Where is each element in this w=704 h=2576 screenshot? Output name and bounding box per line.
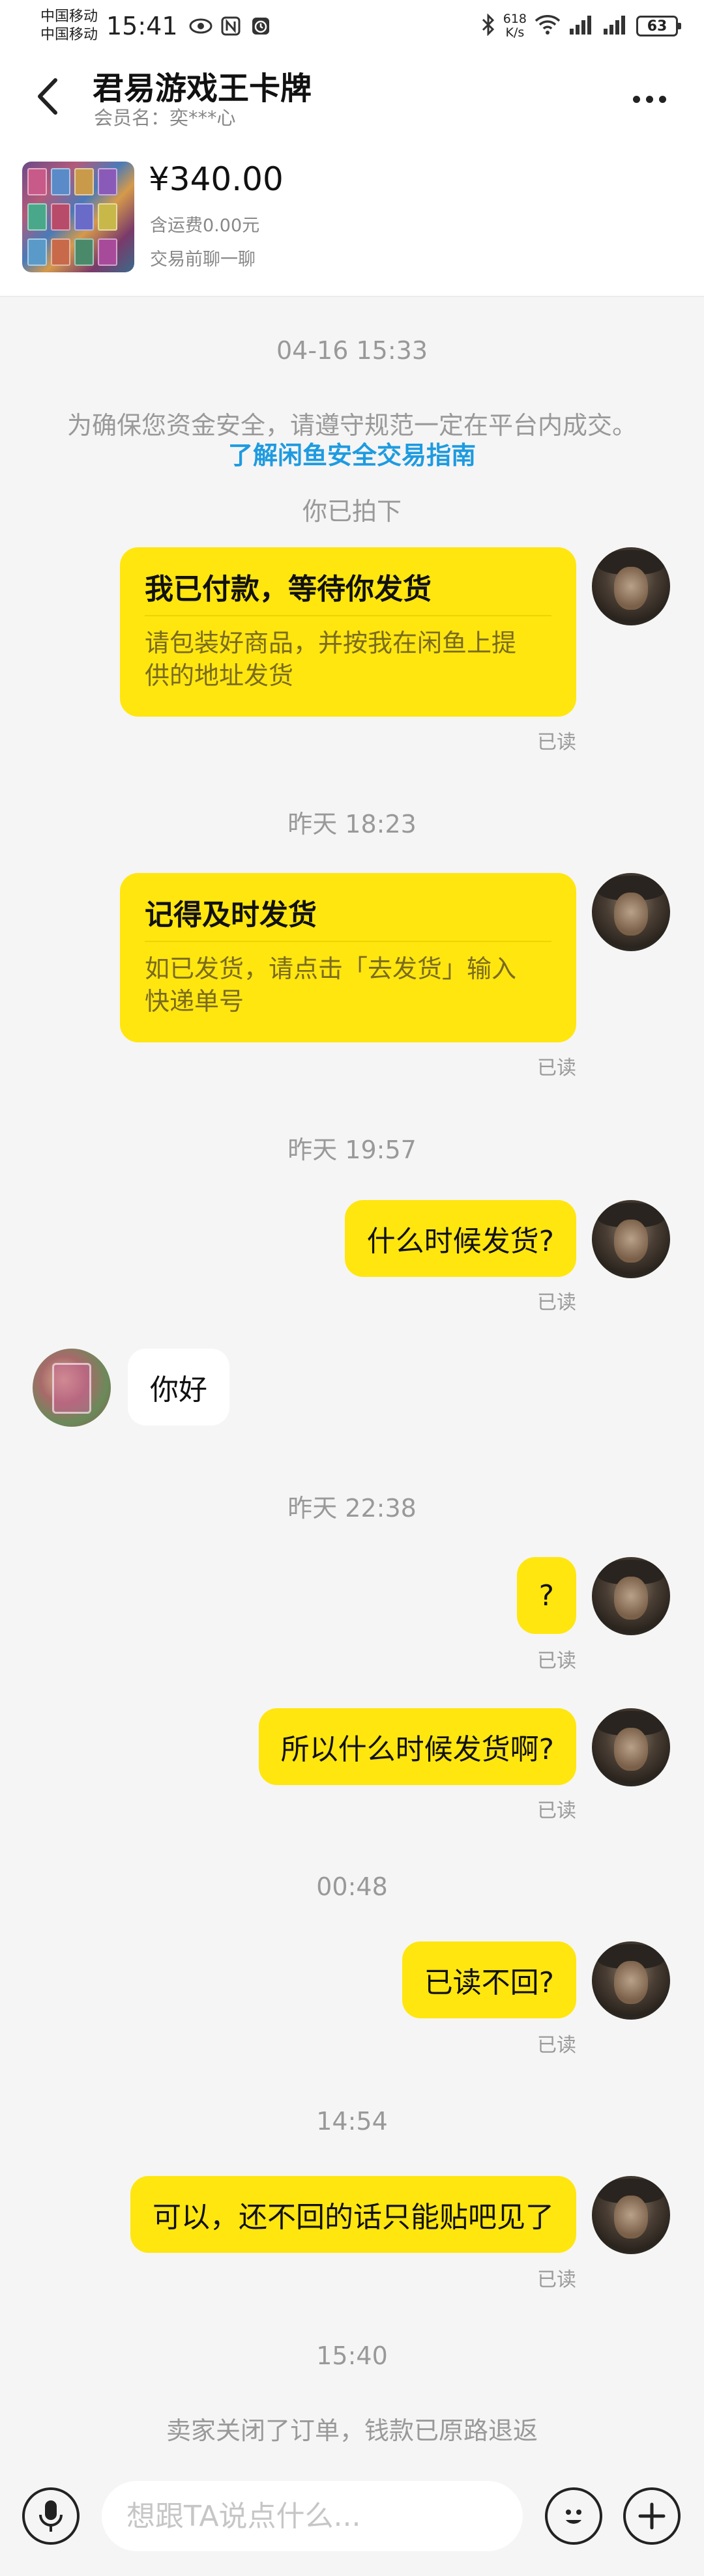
message-bubble[interactable]: 所以什么时候发货啊? (258, 1708, 576, 1785)
payment-card[interactable]: 我已付款，等待你发货 请包装好商品，并按我在闲鱼上提 供的地址发货 (120, 547, 576, 717)
carrier-labels: 中国移动 中国移动 (40, 8, 102, 44)
card-body-line: 请包装好商品，并按我在闲鱼上提 (145, 629, 517, 657)
message-bubble[interactable]: 可以，还不回的话只能贴吧见了 (130, 2176, 576, 2253)
read-status: 已读 (537, 1799, 576, 1822)
eye-icon (188, 14, 213, 38)
signal-icon (568, 14, 594, 38)
order-closed-notice: 卖家关闭了订单，钱款已原路退返 (166, 2416, 538, 2445)
my-avatar[interactable] (592, 1557, 670, 1635)
card-body-line: 快递单号 (145, 987, 244, 1016)
emoji-button[interactable] (545, 2487, 602, 2545)
nfc-icon (218, 14, 243, 38)
order-placed-notice: 你已拍下 (302, 497, 402, 526)
message-bubble[interactable]: 已读不回? (402, 1941, 576, 2018)
dot-icon (632, 95, 640, 103)
read-status: 已读 (537, 731, 576, 754)
chat-hint: 交易前聊一聊 (150, 250, 256, 270)
dot-icon (645, 95, 653, 103)
chevron-left-icon (38, 78, 57, 115)
my-avatar[interactable] (592, 1708, 670, 1786)
read-status: 已读 (537, 2034, 576, 2057)
dot-icon (658, 95, 666, 103)
plus-icon (638, 2502, 666, 2530)
emoji-icon (566, 2510, 581, 2524)
voice-button[interactable] (22, 2487, 80, 2545)
clock: 15:41 (106, 12, 178, 40)
input-bar (0, 2477, 704, 2576)
product-card[interactable]: ¥340.00 含运费0.00元 交易前聊一聊 (0, 143, 704, 297)
message-input[interactable] (102, 2481, 523, 2551)
seller-avatar[interactable] (33, 1349, 111, 1427)
card-title: 记得及时发货 (145, 898, 317, 932)
back-button[interactable] (27, 70, 66, 122)
plus-button[interactable] (623, 2487, 681, 2545)
signal-icon-2 (602, 14, 628, 38)
microphone-icon (39, 2500, 63, 2532)
timestamp: 15:40 (316, 2341, 388, 2370)
read-status: 已读 (537, 1291, 576, 1314)
reminder-card[interactable]: 记得及时发货 如已发货，请点击「去发货」输入 快递单号 (120, 873, 576, 1042)
status-bar: 中国移动 中国移动 15:41 618 K/s 63 (0, 0, 704, 52)
timestamp: 00:48 (316, 1872, 388, 1901)
my-avatar[interactable] (592, 873, 670, 951)
timestamp: 04-16 15:33 (276, 336, 428, 365)
product-price: ¥340.00 (149, 160, 284, 198)
shop-name: 君易游戏王卡牌 (93, 70, 312, 107)
product-thumbnail[interactable] (22, 162, 134, 272)
timestamp: 昨天 18:23 (287, 810, 417, 838)
safety-guide-link[interactable]: 了解闲鱼安全交易指南 (0, 435, 704, 471)
my-avatar[interactable] (592, 1941, 670, 2020)
card-body-line: 供的地址发货 (145, 661, 294, 690)
net-speed: 618 K/s (503, 12, 527, 40)
net-speed-value: 618 (503, 12, 527, 26)
carrier-2: 中国移动 (40, 27, 98, 43)
shipping-fee: 含运费0.00元 (150, 216, 260, 236)
card-divider (145, 941, 551, 942)
net-speed-unit: K/s (505, 25, 525, 40)
card-body-line: 如已发货，请点击「去发货」输入 (145, 954, 517, 983)
member-name: 会员名：奕***心 (94, 107, 236, 129)
timestamp: 14:54 (316, 2107, 388, 2136)
message-bubble[interactable]: ? (516, 1557, 576, 1634)
seller-message-bubble[interactable]: 你好 (128, 1349, 229, 1425)
timestamp: 昨天 19:57 (287, 1136, 417, 1164)
chat-header: 君易游戏王卡牌 会员名：奕***心 (0, 52, 704, 143)
read-status: 已读 (537, 1650, 576, 1672)
my-avatar[interactable] (592, 547, 670, 625)
wifi-icon (535, 14, 561, 38)
battery-icon: 63 (636, 16, 681, 36)
card-divider (145, 615, 551, 616)
status-right: 618 K/s 63 (481, 12, 681, 40)
timestamp: 昨天 22:38 (287, 1494, 417, 1523)
my-avatar[interactable] (592, 1200, 670, 1278)
more-options-button[interactable] (623, 79, 675, 119)
my-avatar[interactable] (592, 2176, 670, 2254)
alarm-icon (248, 14, 273, 38)
message-bubble[interactable]: 什么时候发货? (344, 1200, 576, 1277)
card-title: 我已付款，等待你发货 (145, 573, 432, 606)
read-status: 已读 (537, 2268, 576, 2291)
bluetooth-icon (481, 13, 495, 38)
read-status: 已读 (537, 1057, 576, 1080)
carrier-1: 中国移动 (40, 8, 98, 25)
